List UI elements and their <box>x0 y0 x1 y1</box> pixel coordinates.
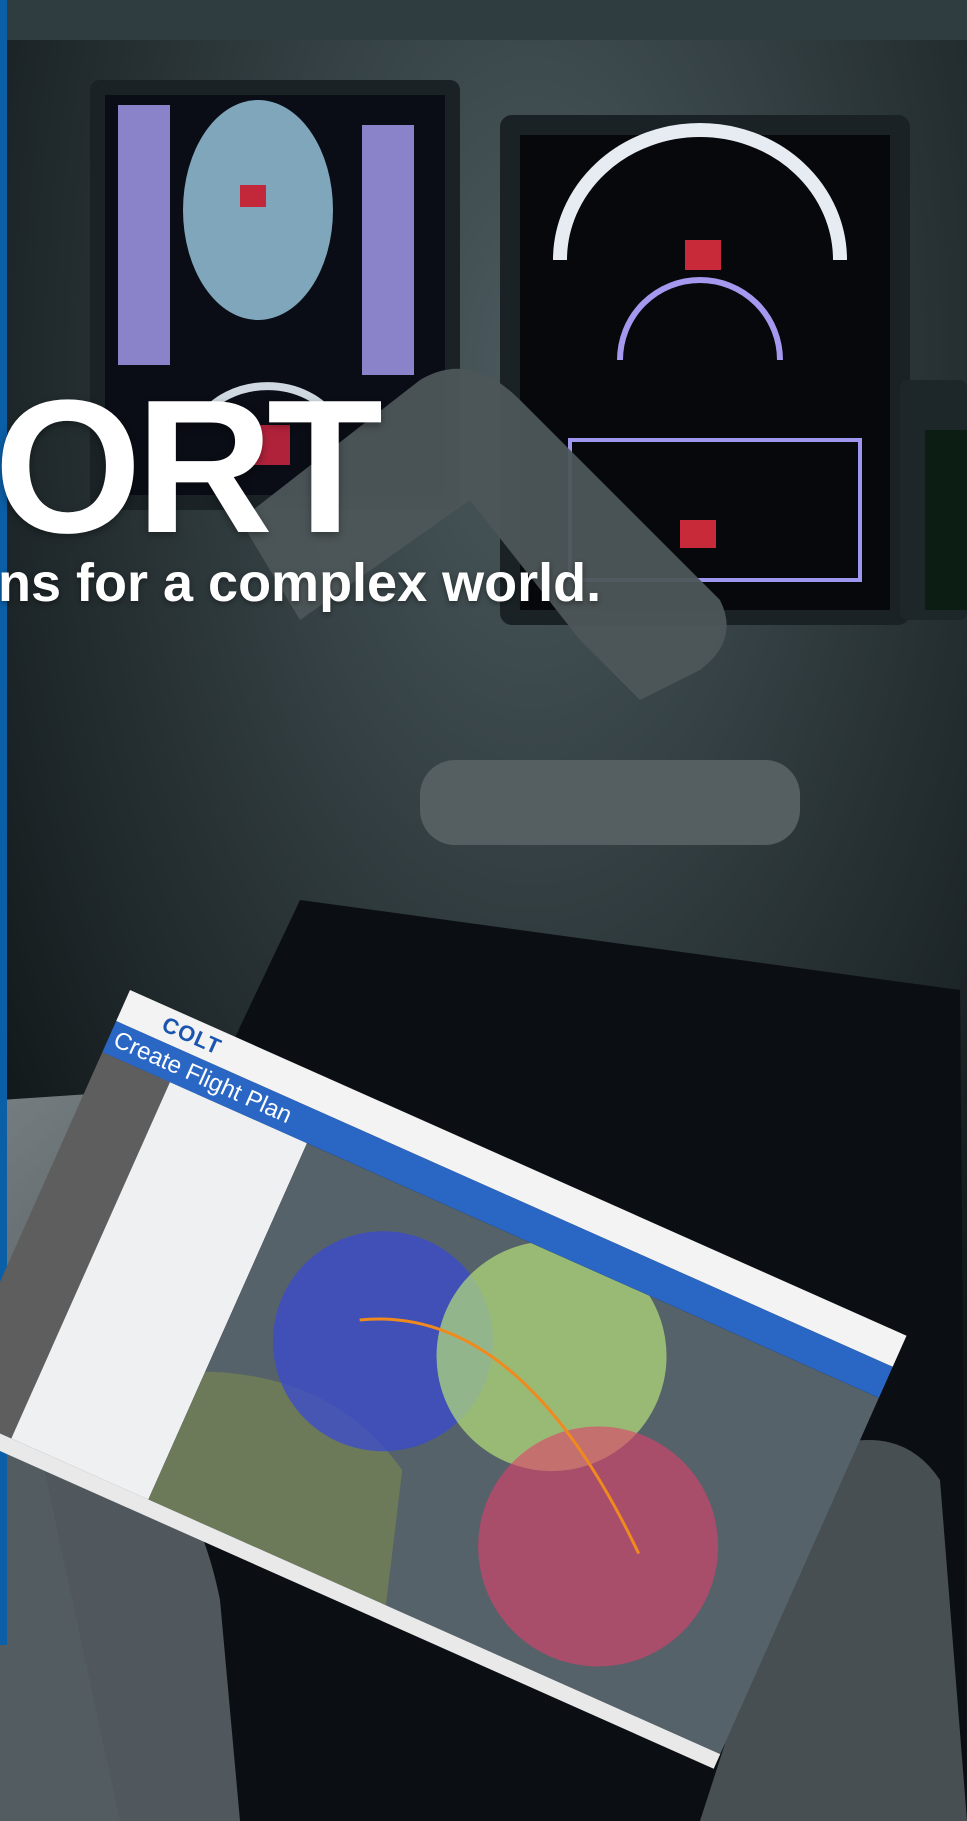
headline-text: ORT <box>0 361 383 573</box>
tagline-text: ns for a complex world. <box>0 553 602 613</box>
